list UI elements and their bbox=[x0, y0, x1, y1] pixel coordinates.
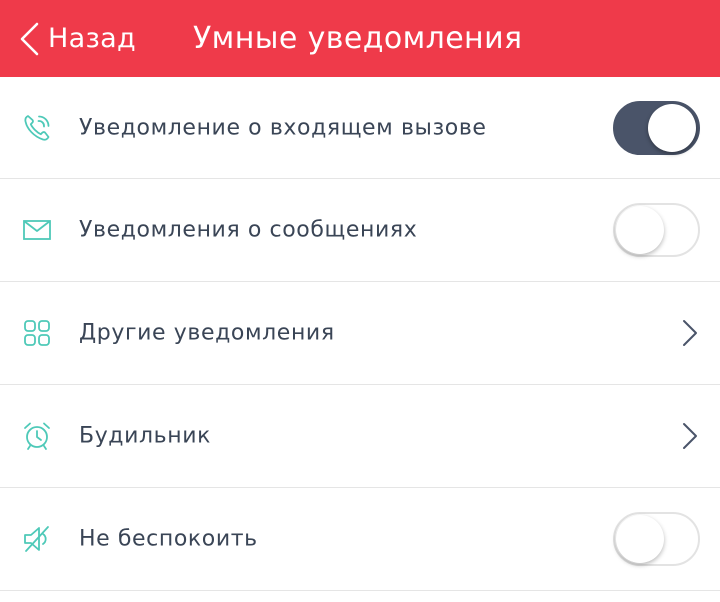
setting-row-other-notifications[interactable]: Другие уведомления bbox=[0, 282, 720, 385]
phone-incoming-icon bbox=[22, 113, 52, 143]
setting-row-alarm[interactable]: Будильник bbox=[0, 385, 720, 488]
toggle-knob bbox=[616, 515, 664, 563]
setting-label-messages: Уведомления о сообщениях bbox=[79, 217, 418, 243]
setting-row-messages: Уведомления о сообщениях bbox=[0, 179, 720, 282]
page-title: Умные уведомления bbox=[193, 21, 523, 56]
messages-toggle[interactable] bbox=[613, 203, 700, 257]
do-not-disturb-toggle[interactable] bbox=[613, 512, 700, 566]
speaker-mute-icon bbox=[22, 524, 52, 554]
grid-icon bbox=[22, 318, 52, 348]
back-label: Назад bbox=[48, 23, 136, 54]
setting-label-other-notifications: Другие уведомления bbox=[79, 320, 335, 346]
setting-row-incoming-call: Уведомление о входящем вызове bbox=[0, 77, 720, 179]
toggle-knob bbox=[648, 103, 696, 152]
setting-label-do-not-disturb: Не беспокоить bbox=[79, 526, 258, 552]
chevron-right-icon[interactable] bbox=[682, 319, 698, 347]
setting-label-incoming-call: Уведомление о входящем вызове bbox=[79, 115, 487, 140]
back-button[interactable]: Назад bbox=[18, 0, 136, 77]
nav-bar: Назад Умные уведомления bbox=[0, 0, 720, 77]
envelope-icon bbox=[22, 215, 52, 245]
incoming-call-toggle[interactable] bbox=[613, 100, 700, 155]
chevron-left-icon bbox=[20, 22, 39, 55]
toggle-knob bbox=[616, 206, 664, 254]
chevron-right-icon[interactable] bbox=[682, 422, 698, 450]
setting-row-do-not-disturb: Не беспокоить bbox=[0, 488, 720, 591]
alarm-clock-icon bbox=[22, 421, 52, 451]
setting-label-alarm: Будильник bbox=[79, 423, 212, 449]
settings-list: Уведомление о входящем вызове Уведомлени… bbox=[0, 77, 720, 591]
